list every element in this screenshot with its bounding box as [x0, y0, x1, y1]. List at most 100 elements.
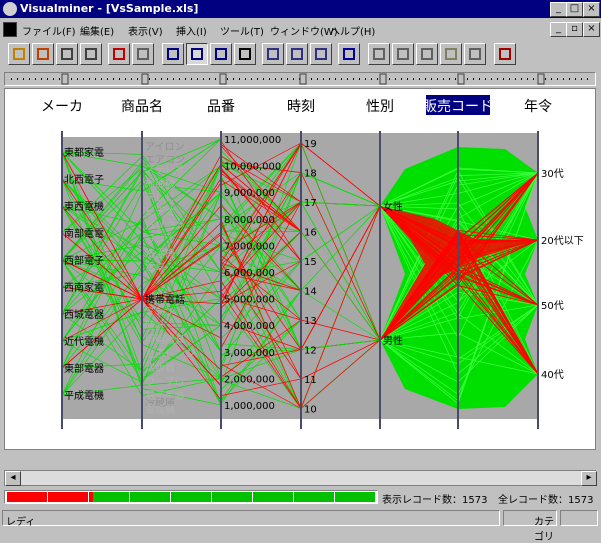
cluster-button[interactable]	[338, 43, 360, 65]
minimize-button[interactable]: _	[550, 2, 567, 17]
product-label-2[interactable]: 携帯電話	[145, 293, 185, 306]
axis-header-1[interactable]: 商品名	[121, 99, 163, 115]
part-label-6[interactable]: 5,000,000	[224, 295, 275, 306]
close-button[interactable]: ×	[583, 2, 600, 17]
export-button[interactable]	[440, 43, 462, 65]
parallel-coords-button[interactable]	[162, 43, 184, 65]
part-label-2[interactable]: 9,000,000	[224, 188, 275, 199]
grid-button[interactable]	[368, 43, 390, 65]
maker-label-2[interactable]: 東西電機	[64, 200, 104, 213]
maker-label-9[interactable]: 平成電機	[64, 389, 104, 402]
product-gray-label-9[interactable]: 時計	[145, 319, 165, 332]
menu-edit[interactable]: 編集(E)	[80, 23, 114, 38]
part-label-8[interactable]: 3,000,000	[224, 348, 275, 359]
time-label-9[interactable]: 10	[304, 405, 317, 416]
gender-label-0[interactable]: 女性	[383, 200, 403, 213]
age-label-3[interactable]: 40代	[541, 369, 564, 381]
axis-header-0[interactable]: メーカ	[41, 99, 83, 115]
parallel-coords-active-button[interactable]	[186, 43, 208, 65]
zoom-button[interactable]	[262, 43, 284, 65]
menu-file[interactable]: ファイル(F)	[22, 23, 76, 38]
product-gray-label-10[interactable]: 照明器具	[145, 334, 185, 346]
menu-insert[interactable]: 挿入(I)	[176, 23, 207, 38]
time-label-6[interactable]: 13	[304, 316, 317, 327]
import-button[interactable]	[32, 43, 54, 65]
product-gray-label-12[interactable]: 炊飯器	[145, 361, 175, 374]
product-gray-label-8[interactable]: ミシン	[145, 307, 175, 318]
time-label-5[interactable]: 14	[304, 287, 317, 298]
ruler-thumb[interactable]	[458, 74, 464, 84]
product-gray-label-15[interactable]: 電話機	[145, 403, 175, 416]
menu-help[interactable]: ヘルプ(H)	[330, 23, 375, 38]
parallel-coordinates-plot[interactable]: メーカ商品名品番時刻性別販売コード年令東都家電北西電子東西電機南部電電西部電子西…	[5, 89, 595, 449]
maker-label-7[interactable]: 近代電機	[64, 335, 104, 348]
parallel-coordinates-view[interactable]: メーカ商品名品番時刻性別販売コード年令東都家電北西電子東西電機南部電電西部電子西…	[4, 88, 596, 450]
mdi-minimize-button[interactable]: _	[550, 22, 567, 37]
maker-label-4[interactable]: 西部電子	[64, 254, 104, 267]
app-icon[interactable]	[3, 2, 17, 16]
form-button[interactable]	[132, 43, 154, 65]
product-gray-label-7[interactable]: 電卓	[145, 262, 165, 274]
ruler-thumb[interactable]	[142, 74, 148, 84]
part-label-7[interactable]: 4,000,000	[224, 321, 275, 332]
document-icon[interactable]	[3, 22, 17, 37]
mesh-button[interactable]	[210, 43, 232, 65]
maker-label-0[interactable]: 東都家電	[64, 146, 104, 159]
print-button[interactable]	[80, 43, 102, 65]
maker-label-5[interactable]: 西南家電	[64, 281, 104, 294]
version-button[interactable]	[494, 43, 516, 65]
axis-header-3[interactable]: 時刻	[287, 99, 315, 115]
save-button[interactable]	[56, 43, 78, 65]
table-button[interactable]	[234, 43, 256, 65]
maker-label-8[interactable]: 東部電器	[64, 362, 104, 375]
time-label-8[interactable]: 11	[304, 375, 317, 386]
product-gray-label-1[interactable]: 掃除機	[145, 177, 175, 190]
axis-slider-ruler[interactable]	[4, 72, 596, 86]
scroll-left-button[interactable]: ◂	[5, 471, 21, 486]
horizontal-scrollbar[interactable]: ◂ ▸	[4, 470, 596, 486]
product-gray-label-13[interactable]: ワープロ	[145, 376, 184, 388]
ruler-thumb[interactable]	[300, 74, 306, 84]
part-label-9[interactable]: 2,000,000	[224, 374, 275, 385]
time-label-3[interactable]: 16	[304, 228, 317, 239]
time-label-4[interactable]: 15	[304, 257, 317, 268]
age-label-1[interactable]: 20代以下	[541, 235, 584, 247]
part-label-0[interactable]: 11,000,000	[224, 135, 281, 146]
menu-view[interactable]: 表示(V)	[128, 23, 163, 38]
part-label-10[interactable]: 1,000,000	[224, 401, 275, 412]
ruler-thumb[interactable]	[220, 74, 226, 84]
maximize-button[interactable]: □	[566, 2, 583, 17]
zoom-out-button[interactable]	[286, 43, 308, 65]
gender-label-1[interactable]: 男性	[383, 334, 403, 347]
open-button[interactable]	[8, 43, 30, 65]
maker-label-3[interactable]: 南部電電	[64, 227, 104, 240]
ruler-thumb[interactable]	[380, 74, 386, 84]
maker-label-1[interactable]: 北西電子	[64, 174, 104, 186]
time-label-7[interactable]: 12	[304, 346, 317, 357]
window-button[interactable]	[392, 43, 414, 65]
axis-header-6[interactable]: 年令	[524, 99, 552, 115]
time-label-1[interactable]: 18	[304, 169, 317, 180]
part-label-1[interactable]: 10,000,000	[224, 162, 281, 173]
part-label-4[interactable]: 7,000,000	[224, 241, 275, 252]
product-gray-label-3[interactable]: ビデオ	[145, 205, 175, 218]
product-gray-label-6[interactable]: 洗濯機	[145, 247, 175, 260]
product-gray-label-11[interactable]: 電子レンジ	[145, 348, 195, 360]
product-gray-label-14[interactable]: 電子手帳	[145, 389, 185, 402]
product-gray-label-0[interactable]: ステレオ	[145, 164, 185, 176]
mdi-restore-button[interactable]: ▫	[566, 22, 583, 37]
axis-header-4[interactable]: 性別	[366, 99, 394, 115]
axis-header-2[interactable]: 品番	[207, 99, 235, 115]
product-gray-label-5[interactable]: ラジオ	[145, 234, 175, 246]
ruler-thumb[interactable]	[538, 74, 544, 84]
ruler-thumb[interactable]	[62, 74, 68, 84]
age-label-2[interactable]: 50代	[541, 300, 564, 312]
time-label-0[interactable]: 19	[304, 139, 317, 150]
product-label-0[interactable]: アイロン	[145, 142, 185, 153]
age-label-0[interactable]: 30代	[541, 168, 564, 180]
filter-button[interactable]	[310, 43, 332, 65]
bar-chart-button[interactable]	[108, 43, 130, 65]
doc-button[interactable]	[464, 43, 486, 65]
menu-window[interactable]: ウィンドウ(W)	[270, 23, 338, 38]
menu-tools[interactable]: ツール(T)	[220, 23, 264, 38]
